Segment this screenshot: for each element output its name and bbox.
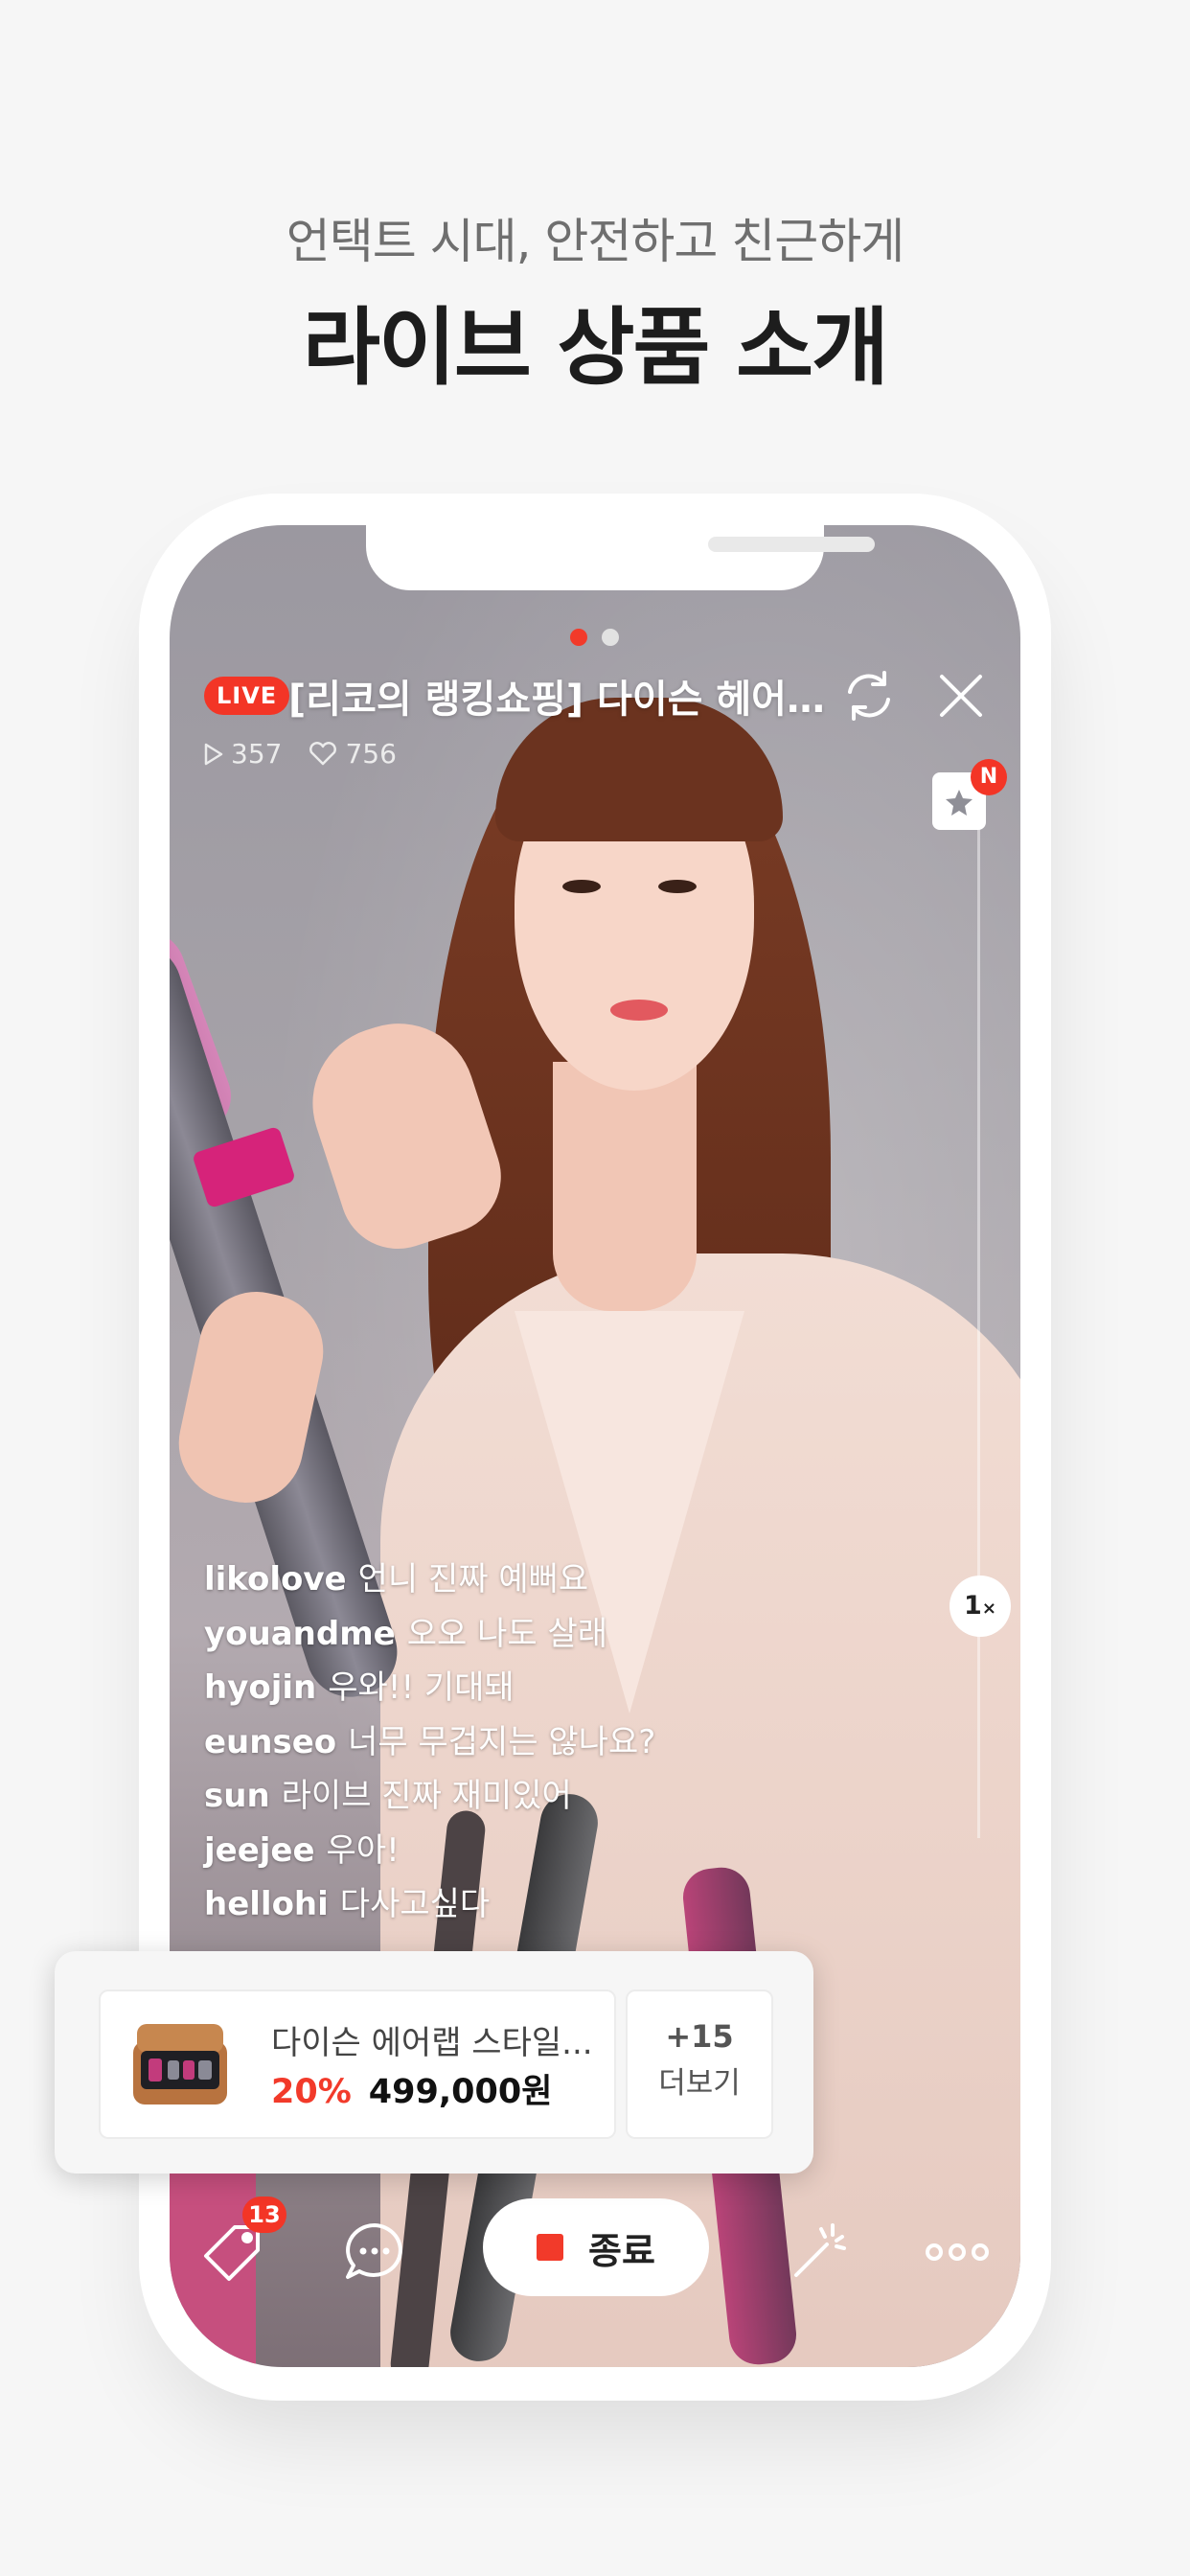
chat-icon[interactable] — [338, 2216, 411, 2288]
product-price-row: 20% 499,000원 — [271, 2064, 552, 2113]
heart-icon — [309, 741, 337, 765]
product-name: 다이슨 에어랩 스타일... — [271, 2024, 593, 2062]
product-card: 다이슨 에어랩 스타일... 20% 499,000원 +15 더보기 — [55, 1951, 813, 2174]
chat-text: 우와!! 기대돼 — [328, 1668, 515, 1707]
chat-username: youandme — [204, 1614, 396, 1653]
video-host-lips — [610, 1000, 668, 1021]
chat-message: sun 라이브 진짜 재미있어 — [204, 1769, 655, 1824]
new-badge: N — [971, 759, 1007, 795]
more-products-count: +15 — [665, 2018, 734, 2055]
chat-text: 너무 무겁지는 않나요? — [348, 1722, 656, 1761]
end-live-label: 종료 — [588, 2229, 655, 2272]
chat-username: eunseo — [204, 1722, 337, 1761]
stream-title: [리코의 랭킹쇼핑] 다이슨 헤어케... — [288, 678, 825, 722]
chat-message: hyojin 우와!! 기대돼 — [204, 1661, 655, 1715]
page-title: 라이브 상품 소개 — [303, 298, 889, 397]
phone-speaker — [708, 537, 875, 552]
chat-list: likolove 언니 진짜 예뻐요 youandme 오오 나도 살래 hyoji… — [204, 1552, 655, 1932]
magic-wand-icon[interactable] — [783, 2216, 856, 2288]
chat-text: 다사고싶다 — [339, 1885, 491, 1923]
refresh-icon[interactable] — [838, 665, 900, 726]
chat-message: jeejee 우아! — [204, 1824, 655, 1878]
chat-message: youandme 오오 나도 살래 — [204, 1607, 655, 1662]
product-thumbnail — [133, 2024, 227, 2104]
playback-speed-button[interactable]: 1× — [950, 1576, 1011, 1637]
live-stats: 357 756 — [200, 738, 397, 770]
chat-text: 언니 진짜 예뻐요 — [357, 1560, 589, 1598]
more-dots-icon[interactable] — [921, 2216, 994, 2288]
chat-text: 라이브 진짜 재미있어 — [281, 1777, 572, 1815]
more-products-button[interactable]: +15 더보기 — [626, 1990, 773, 2139]
product-price: 499,000원 — [368, 2073, 553, 2111]
chat-username: hyojin — [204, 1668, 317, 1707]
close-icon[interactable] — [930, 665, 992, 726]
chat-username: hellohi — [204, 1885, 329, 1923]
like-count: 756 — [345, 738, 397, 770]
speed-value: 1 — [964, 1591, 982, 1621]
play-icon — [204, 743, 223, 765]
speed-suffix: × — [981, 1598, 996, 1619]
video-host-neck — [553, 1062, 697, 1311]
chat-message: eunseo 너무 무겁지는 않나요? — [204, 1715, 655, 1770]
stop-icon — [537, 2234, 564, 2261]
video-host-eye — [658, 880, 697, 893]
carousel-dot[interactable] — [602, 629, 619, 646]
chat-message: likolove 언니 진짜 예뻐요 — [204, 1552, 655, 1607]
video-host-eye — [562, 880, 601, 893]
chat-username: jeejee — [204, 1830, 315, 1870]
chat-text: 우아! — [326, 1830, 400, 1870]
product-item[interactable]: 다이슨 에어랩 스타일... 20% 499,000원 — [99, 1990, 616, 2139]
carousel-dot-active[interactable] — [570, 629, 587, 646]
end-live-button[interactable]: 종료 — [483, 2198, 709, 2296]
phone-notch — [366, 525, 875, 590]
live-badge: LIVE — [204, 677, 290, 715]
product-discount: 20% — [271, 2073, 352, 2111]
page-subtitle: 언택트 시대, 안전하고 친근하게 — [286, 214, 905, 269]
chat-message: hellohi 다사고싶다 — [204, 1877, 655, 1932]
coupon-count-badge: 13 — [242, 2196, 286, 2233]
speed-slider-track[interactable] — [977, 822, 980, 1838]
more-products-label: 더보기 — [658, 2066, 741, 2101]
chat-text: 오오 나도 살래 — [406, 1614, 607, 1653]
view-count: 357 — [231, 738, 283, 770]
chat-username: likolove — [204, 1560, 347, 1598]
chat-username: sun — [204, 1777, 270, 1815]
